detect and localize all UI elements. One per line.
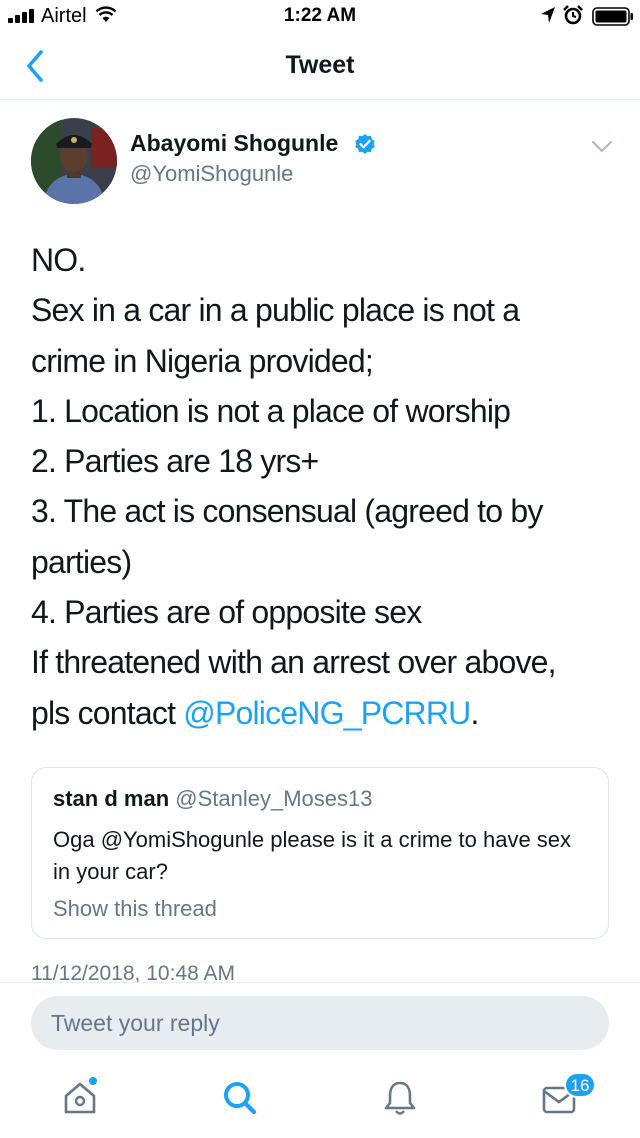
reply-bar bbox=[0, 982, 640, 1062]
notifications-icon bbox=[384, 1081, 416, 1115]
alarm-icon bbox=[563, 5, 583, 25]
search-icon bbox=[224, 1082, 257, 1115]
tweet-line-prefix: pls contact bbox=[31, 694, 184, 731]
author-handle[interactable]: @YomiShogunle bbox=[130, 161, 293, 187]
tab-notifications[interactable] bbox=[378, 1076, 422, 1120]
status-bar: Airtel 1:22 AM bbox=[0, 0, 640, 32]
tab-bar: 16 bbox=[0, 1062, 640, 1138]
verified-badge-icon bbox=[355, 134, 375, 154]
quoted-tweet-card[interactable]: stan d man @Stanley_Moses13 Oga @YomiSho… bbox=[31, 767, 609, 939]
tweet-last-line: pls contact @PoliceNG_PCRRU. bbox=[31, 688, 621, 738]
page-title: Tweet bbox=[285, 51, 355, 79]
tweet-timestamp: 11/12/2018, 10:48 AM bbox=[31, 962, 235, 982]
tweet-line: If threatened with an arrest over above, bbox=[31, 644, 557, 681]
tweet-line: crime in Nigeria provided; bbox=[31, 342, 374, 379]
tweet-line: 1. Location is not a place of worship bbox=[31, 392, 511, 429]
tweet-text: NO. Sex in a car in a public place is no… bbox=[31, 235, 621, 738]
quoted-author-handle: @Stanley_Moses13 bbox=[175, 786, 373, 811]
tab-messages[interactable]: 16 bbox=[538, 1072, 596, 1120]
tweet-line-suffix: . bbox=[470, 694, 480, 731]
tweet-line: 3. The act is consensual (agreed to by bbox=[31, 493, 543, 530]
author-name[interactable]: Abayomi Shogunle bbox=[130, 130, 338, 157]
battery-icon bbox=[592, 7, 633, 26]
tweet-line: 2. Parties are 18 yrs+ bbox=[31, 443, 319, 480]
quoted-tweet-header: stan d man @Stanley_Moses13 bbox=[53, 786, 372, 812]
quoted-tweet-text: Oga @YomiShogunle please is it a crime t… bbox=[53, 827, 572, 884]
avatar[interactable] bbox=[31, 118, 117, 204]
new-content-dot bbox=[88, 1076, 98, 1086]
chevron-down-icon[interactable] bbox=[591, 140, 613, 154]
tweet-line: parties) bbox=[31, 543, 132, 580]
tab-home[interactable] bbox=[58, 1076, 102, 1120]
mention-link[interactable]: @PoliceNG_PCRRU bbox=[183, 695, 471, 731]
location-arrow-icon bbox=[541, 7, 555, 23]
nav-bar: Tweet bbox=[0, 32, 640, 100]
quoted-author-name: stan d man bbox=[53, 786, 170, 811]
tweet-line: 4. Parties are of opposite sex bbox=[31, 594, 422, 631]
show-thread-link[interactable]: Show this thread bbox=[53, 896, 217, 922]
reply-input[interactable] bbox=[31, 996, 609, 1050]
messages-count-badge: 16 bbox=[564, 1072, 596, 1098]
tab-search[interactable] bbox=[218, 1076, 262, 1120]
tweet-line: Sex in a car in a public place is not a bbox=[31, 292, 520, 329]
tweet-line: NO. bbox=[31, 242, 86, 278]
